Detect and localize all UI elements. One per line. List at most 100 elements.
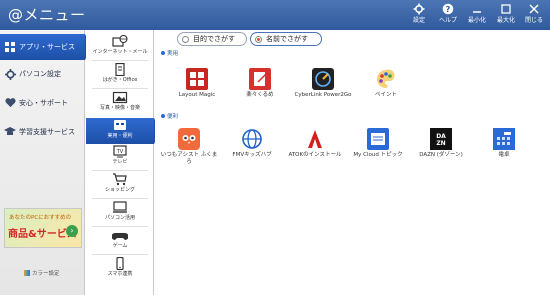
sidebar-item-pc-settings[interactable]: パソコン設定: [0, 61, 85, 87]
cart-icon: [113, 173, 127, 186]
search-by-purpose-label: 目的でさがす: [193, 35, 235, 43]
category-label: 写真・映像・音楽: [99, 105, 140, 111]
category-label: ゲーム: [112, 243, 128, 249]
app-calculator[interactable]: 電卓: [475, 128, 533, 159]
fukumaro-icon: [178, 128, 200, 150]
palette-icon: [24, 270, 30, 276]
mycloud-icon: [367, 128, 389, 150]
minimize-icon: [473, 11, 481, 13]
globe-icon: [242, 129, 262, 149]
section-heading: 便利: [161, 112, 178, 120]
app-label: CyberLink Power2Go: [294, 92, 352, 98]
chevron-right-icon: ›: [66, 225, 78, 237]
category-tv[interactable]: TV テレビ: [86, 144, 154, 170]
svg-text:?: ?: [446, 5, 451, 14]
sidebar-item-apps-services[interactable]: アプリ・サービス: [0, 34, 91, 60]
gear-icon: [413, 3, 425, 15]
gamepad-icon: [112, 233, 128, 240]
color-setting-link[interactable]: カラー設定: [24, 269, 60, 277]
category-postcard-office[interactable]: はがき・Office: [86, 62, 154, 88]
section-title: 実用: [167, 51, 179, 57]
close-label: 閉じる: [524, 17, 543, 24]
divider: [92, 226, 148, 227]
app-atok-install[interactable]: ATOKのインストール: [286, 128, 344, 159]
divider: [92, 198, 148, 199]
svg-text:ZN: ZN: [436, 140, 445, 147]
main-content: 目的でさがす 名前でさがす 実用 Layout Magic 楽々くるめ Cybe…: [155, 30, 550, 295]
close-button[interactable]: 閉じる: [519, 3, 549, 28]
category-shopping[interactable]: ショッピング: [86, 172, 154, 198]
divider: [92, 254, 148, 255]
section-heading: 実用: [161, 49, 178, 57]
radio-icon: [182, 35, 189, 43]
category-photo-video-music[interactable]: 写真・映像・音楽: [86, 90, 154, 116]
app-label: My Cloud トピック: [353, 152, 403, 158]
category-label: ショッピング: [104, 187, 135, 193]
category-label: インターネット・メール: [92, 49, 148, 55]
svg-text:DA: DA: [436, 133, 446, 140]
sidebar-item-learning-support[interactable]: 学習支援サービス: [0, 119, 85, 145]
category-label: はがき・Office: [102, 77, 138, 83]
paint-icon: [377, 69, 395, 88]
power2go-icon: [312, 68, 334, 90]
app-paint[interactable]: ペイント: [357, 68, 415, 99]
left-sidebar: アプリ・サービス パソコン設定 安心・サポート 学習支援サービス あなたのPCに…: [0, 30, 91, 295]
calculator-icon: [493, 128, 515, 150]
tv-icon: TV: [113, 145, 127, 158]
app-fmv-kids-hub[interactable]: FMVキッズハブ: [223, 128, 281, 159]
sidebar-item-security-support[interactable]: 安心・サポート: [0, 90, 85, 116]
app-rakuraku[interactable]: 楽々くるめ: [231, 68, 289, 99]
layout-magic-icon: [186, 68, 208, 90]
category-internet-mail[interactable]: インターネット・メール: [86, 34, 154, 60]
app-dazn[interactable]: DA ZN DAZN (ダゾーン): [412, 128, 470, 159]
divider: [92, 170, 148, 171]
pc-icon: [113, 201, 127, 213]
app-cyberlink-power2go[interactable]: CyberLink Power2Go: [294, 68, 352, 99]
help-icon: ?: [442, 3, 454, 15]
sidebar-item-label: アプリ・サービス: [19, 43, 75, 51]
category-column: インターネット・メール はがき・Office 写真・映像・音楽 実用・便利 TV…: [86, 30, 160, 295]
divider: [92, 88, 148, 89]
internet-mail-icon: [112, 35, 128, 47]
category-smartphone[interactable]: スマホ連携: [86, 256, 154, 282]
color-setting-label: カラー設定: [32, 271, 60, 277]
category-label: テレビ: [112, 159, 128, 165]
recommended-products-banner[interactable]: あなたのPCにおすすめの 商品&サービス ›: [4, 208, 82, 248]
app-title: @メニュー: [8, 6, 86, 24]
category-utility[interactable]: 実用・便利: [86, 118, 160, 144]
category-pc-usage[interactable]: パソコン活用: [86, 200, 154, 226]
app-label: 電卓: [498, 152, 510, 158]
search-by-name-toggle[interactable]: 名前でさがす: [250, 32, 322, 46]
help-button[interactable]: ? ヘルプ: [433, 3, 463, 28]
search-by-name-label: 名前でさがす: [266, 35, 308, 43]
search-by-purpose-toggle[interactable]: 目的でさがす: [177, 32, 247, 46]
utility-icon: [114, 120, 126, 130]
app-label: FMVキッズハブ: [232, 152, 272, 158]
bullet-icon: [161, 114, 165, 118]
app-my-cloud-topic[interactable]: My Cloud トピック: [349, 128, 407, 159]
maximize-label: 最大化: [496, 17, 515, 24]
category-label: 実用・便利: [107, 133, 133, 139]
app-layout-magic[interactable]: Layout Magic: [168, 68, 226, 99]
app-label: ATOKのインストール: [288, 152, 342, 158]
maximize-button[interactable]: 最大化: [491, 3, 521, 28]
close-icon: [529, 4, 539, 14]
atok-icon: [308, 130, 322, 148]
help-label: ヘルプ: [438, 17, 457, 24]
graduation-icon: [4, 126, 16, 138]
title-bar: @メニュー 設定 ? ヘルプ 最小化 最大化 閉じる: [0, 0, 550, 30]
category-label: パソコン活用: [104, 215, 135, 221]
settings-label: 設定: [412, 17, 425, 24]
app-label: 楽々くるめ: [246, 92, 274, 98]
dazn-icon: DAZN: [430, 128, 452, 150]
category-label: スマホ連携: [107, 271, 133, 277]
minimize-button[interactable]: 最小化: [462, 3, 492, 28]
photo-icon: [112, 91, 128, 104]
maximize-icon: [501, 4, 511, 14]
app-fukumaro[interactable]: いつもアシスト ふくまろ: [160, 128, 218, 166]
divider: [92, 60, 148, 61]
app-label: ペイント: [374, 92, 397, 98]
settings-button[interactable]: 設定: [404, 3, 434, 28]
category-game[interactable]: ゲーム: [86, 228, 154, 254]
postcard-icon: [115, 63, 125, 76]
